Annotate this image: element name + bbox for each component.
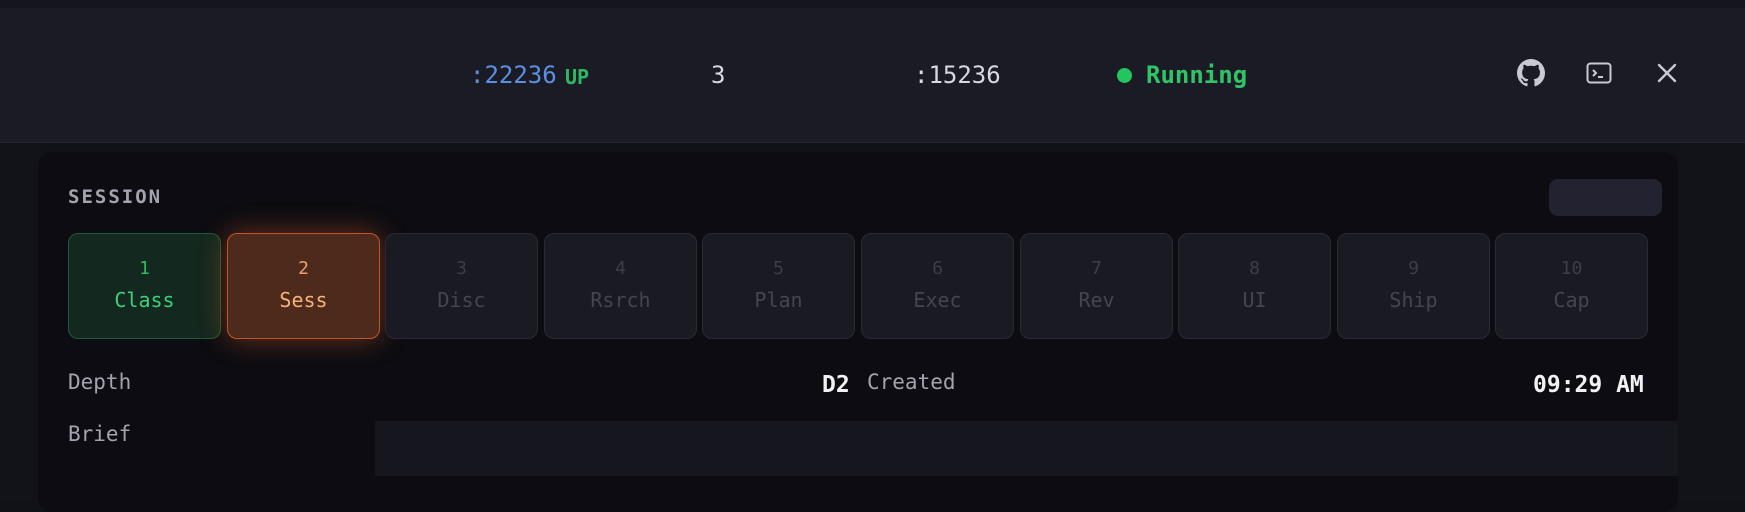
depth-label: Depth	[68, 370, 132, 394]
top-strip	[0, 0, 1745, 8]
step-label: Plan	[754, 288, 803, 312]
step-number: 8	[1249, 258, 1260, 279]
step-rev[interactable]: 7 Rev	[1020, 233, 1173, 339]
step-number: 6	[932, 258, 943, 279]
step-number: 5	[773, 258, 784, 279]
step-number: 7	[1091, 258, 1102, 279]
brief-field[interactable]	[375, 421, 1678, 476]
terminal-icon[interactable]	[1584, 58, 1614, 88]
step-label: Cap	[1553, 288, 1590, 312]
step-number: 1	[139, 258, 150, 279]
step-number: 10	[1560, 258, 1583, 279]
step-disc[interactable]: 3 Disc	[385, 233, 538, 339]
step-class[interactable]: 1 Class	[68, 233, 221, 339]
primary-port-state-badge: UP	[565, 65, 590, 89]
step-number: 4	[615, 258, 626, 279]
created-time: 09:29 AM	[1533, 372, 1644, 398]
step-label: Rsrch	[590, 288, 651, 312]
step-label: Ship	[1389, 288, 1438, 312]
right-gutter	[1678, 143, 1745, 501]
brief-label: Brief	[68, 422, 132, 446]
panel-action-pill[interactable]	[1549, 179, 1662, 216]
step-label: Rev	[1078, 288, 1115, 312]
created-label: Created	[867, 370, 956, 394]
status-dot-icon	[1117, 68, 1132, 83]
step-cap[interactable]: 10 Cap	[1495, 233, 1648, 339]
close-icon[interactable]	[1652, 58, 1682, 88]
step-label: UI	[1242, 288, 1267, 312]
step-exec[interactable]: 6 Exec	[861, 233, 1014, 339]
primary-port: :22236	[470, 61, 557, 89]
status-text: Running	[1146, 61, 1248, 89]
step-plan[interactable]: 5 Plan	[702, 233, 855, 339]
step-number: 3	[456, 258, 467, 279]
header-bar	[0, 8, 1745, 143]
left-gutter	[0, 143, 38, 501]
count-value: 3	[711, 61, 726, 89]
step-ui[interactable]: 8 UI	[1178, 233, 1331, 339]
step-rsrch[interactable]: 4 Rsrch	[544, 233, 697, 339]
step-label: Sess	[279, 288, 328, 312]
step-number: 9	[1408, 258, 1419, 279]
step-label: Exec	[913, 288, 962, 312]
secondary-port: :15236	[914, 61, 1001, 89]
step-sess[interactable]: 2 Sess	[227, 233, 380, 339]
section-title: SESSION	[68, 186, 163, 208]
step-number: 2	[298, 258, 309, 279]
step-label: Disc	[437, 288, 486, 312]
step-label: Class	[114, 288, 175, 312]
depth-value: D2	[822, 372, 850, 398]
step-ship[interactable]: 9 Ship	[1337, 233, 1490, 339]
github-icon[interactable]	[1516, 58, 1546, 88]
